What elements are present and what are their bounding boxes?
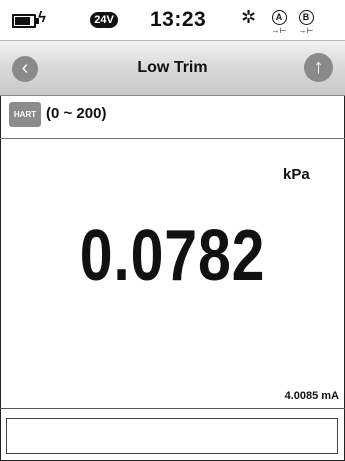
charging-icon: ϟ (38, 9, 46, 26)
bluetooth-icon: ✲ (241, 7, 257, 27)
channel-a-icon: A →⊢ (268, 7, 290, 35)
primary-reading: 0.0782 (79, 216, 266, 296)
battery-icon (12, 14, 39, 28)
channel-a-diode: →⊢ (271, 26, 287, 35)
channel-b-diode: →⊢ (298, 26, 314, 35)
range-label: (0 ~ 200) (46, 105, 107, 122)
divider (0, 138, 345, 139)
message-box (6, 418, 338, 454)
channel-b-icon: B →⊢ (295, 7, 317, 35)
loop-supply-badge: 24V (90, 12, 118, 28)
channel-b-letter: B (298, 10, 314, 25)
divider (0, 408, 345, 409)
arrow-up-icon: ↑ (313, 56, 324, 78)
unit-label: kPa (283, 166, 310, 183)
upload-button[interactable]: ↑ (304, 53, 333, 82)
title-bar: ‹ Low Trim ↑ (0, 40, 345, 96)
clock: 13:23 (150, 8, 207, 31)
hart-badge: HART (9, 102, 41, 127)
channel-a-letter: A (271, 10, 287, 25)
page-title: Low Trim (137, 59, 208, 76)
current-reading: 4.0085 mA (284, 390, 339, 402)
status-bar: ϟ 24V 13:23 ✲ A →⊢ B →⊢ (0, 0, 345, 40)
